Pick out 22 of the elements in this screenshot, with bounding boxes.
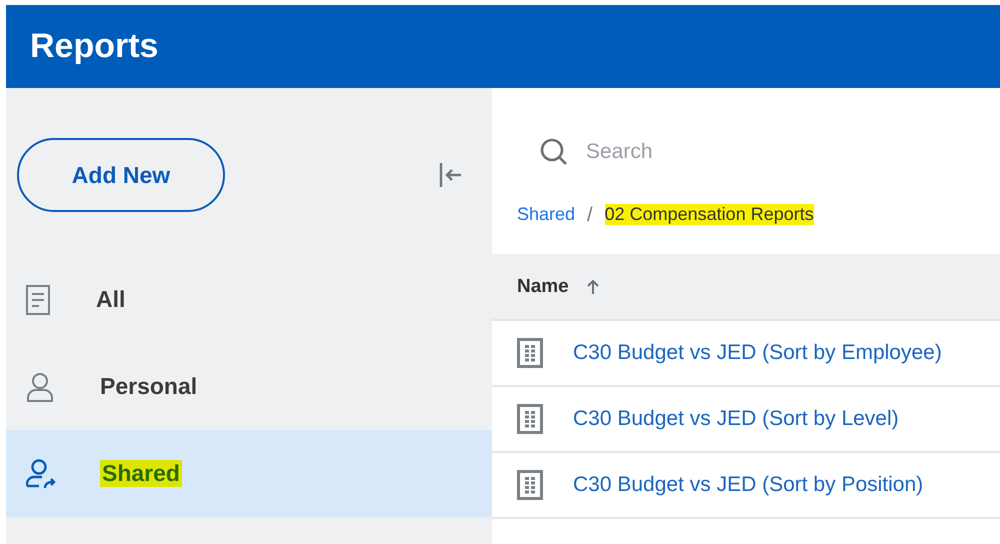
column-header[interactable]: Name: [517, 276, 569, 298]
report-link[interactable]: C30 Budget vs JED (Sort by Position): [573, 473, 924, 497]
page-title: Reports: [30, 27, 158, 66]
search-icon: [540, 138, 568, 166]
sidebar-item[interactable]: Personal: [6, 343, 492, 430]
person-share-icon: [26, 458, 56, 488]
report-icon: [517, 338, 543, 368]
person-icon: [26, 372, 54, 402]
report-icon: [517, 404, 543, 434]
sidebar-item[interactable]: Shared: [6, 430, 492, 517]
collapse-icon[interactable]: [438, 162, 462, 188]
breadcrumb-current: 02 Compensation Reports: [604, 204, 814, 225]
breadcrumb-separator: /: [587, 204, 593, 227]
sort-up-icon[interactable]: [586, 278, 599, 294]
report-icon: [517, 470, 543, 500]
sidebar-item[interactable]: All: [6, 256, 492, 343]
report-link[interactable]: C30 Budget vs JED (Sort by Employee): [573, 341, 942, 365]
document-icon: [26, 284, 50, 314]
report-link[interactable]: C30 Budget vs JED (Sort by Level): [573, 407, 899, 431]
breadcrumb-link[interactable]: Shared: [517, 204, 576, 225]
add-new-button[interactable]: Add New: [17, 138, 225, 212]
search-field[interactable]: Search: [584, 139, 888, 165]
